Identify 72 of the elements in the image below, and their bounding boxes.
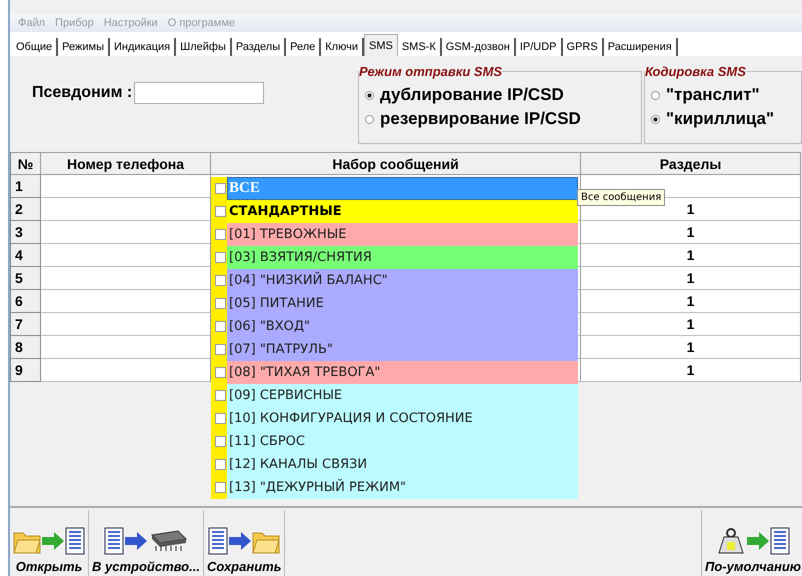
arrow-icon	[124, 532, 147, 550]
list-item[interactable]: [11] СБРОС	[227, 430, 578, 453]
table-cell: 1	[581, 336, 801, 359]
row-number-cell: 8	[11, 336, 41, 359]
radio-button[interactable]	[651, 90, 660, 100]
list-item[interactable]: [08] "ТИХАЯ ТРЕВОГА"	[227, 361, 578, 384]
radio-label: "кириллица"	[666, 109, 774, 129]
checkbox[interactable]	[215, 206, 226, 217]
checkbox[interactable]	[215, 183, 226, 194]
alias-label: Псевдоним :	[32, 84, 132, 102]
tooltip: Все сообщения	[577, 189, 666, 206]
group-title: Режим отправки SMS	[359, 64, 502, 79]
column-header: №	[11, 152, 41, 175]
row-number-cell: 2	[11, 198, 41, 221]
list-item[interactable]: [13] "ДЕЖУРНЫЙ РЕЖИМ"	[227, 476, 578, 499]
group-title: Кодировка SMS	[645, 64, 746, 79]
tab[interactable]: SMS	[364, 34, 398, 56]
toolbar-button[interactable]: В устройство...	[89, 510, 204, 576]
arrow-icon	[42, 532, 64, 550]
list-item[interactable]: [09] СЕРВИСНЫЕ	[227, 384, 578, 407]
list-item[interactable]: [01] ТРЕВОЖНЫЕ	[227, 223, 578, 246]
list-item[interactable]: [07] "ПАТРУЛЬ"	[227, 338, 578, 361]
checkbox[interactable]	[215, 321, 226, 332]
arrow-icon	[229, 532, 252, 550]
list-item[interactable]: [04] "НИЗКИЙ БАЛАНС"	[227, 269, 578, 292]
list-item[interactable]: [05] ПИТАНИЕ	[227, 292, 578, 315]
table-cell: 1	[581, 359, 801, 382]
row-number-cell: 5	[11, 267, 41, 290]
checkbox[interactable]	[215, 436, 226, 447]
list-item[interactable]: СТАНДАРТНЫЕ	[227, 200, 578, 223]
table-cell: 1	[581, 244, 801, 267]
alias-input-field[interactable]	[134, 82, 264, 104]
checkbox[interactable]	[215, 252, 226, 263]
list-item[interactable]: [12] КАНАЛЫ СВЯЗИ	[227, 453, 578, 476]
list-item[interactable]: [10] КОНФИГУРАЦИЯ И СОСТОЯНИЕ	[227, 407, 578, 430]
checkbox[interactable]	[215, 367, 226, 378]
radio-button[interactable]	[365, 114, 374, 124]
document-icon	[208, 527, 228, 555]
checkbox[interactable]	[215, 344, 226, 355]
column-header: Разделы	[581, 152, 801, 175]
checkbox[interactable]	[215, 298, 226, 309]
toolbar-button[interactable]: По-умолчанию	[700, 510, 802, 576]
radio-button[interactable]	[651, 114, 660, 124]
checkbox[interactable]	[215, 275, 226, 286]
toolbar-button[interactable]: Открыть	[10, 510, 89, 576]
row-number-cell: 6	[11, 290, 41, 313]
document-icon	[104, 527, 124, 555]
table-cell: 1	[581, 290, 801, 313]
document-icon	[770, 527, 790, 555]
checkbox[interactable]	[215, 459, 226, 470]
arrow-icon	[746, 532, 769, 550]
checkbox[interactable]	[215, 229, 226, 240]
list-item[interactable]: [06] "ВХОД"	[227, 315, 578, 338]
radio-button[interactable]	[365, 90, 374, 100]
row-number-cell: 9	[11, 359, 41, 382]
checkbox[interactable]	[215, 413, 226, 424]
row-number-cell: 1	[11, 175, 41, 198]
table-cell: 1	[581, 313, 801, 336]
checkbox[interactable]	[215, 390, 226, 401]
table-cell: 1	[581, 267, 801, 290]
table-cell: 1	[581, 221, 801, 244]
document-icon	[65, 527, 85, 555]
checkbox[interactable]	[215, 482, 226, 493]
radio-label: резервирование IP/CSD	[380, 109, 581, 129]
column-header: Номер телефона	[41, 152, 211, 175]
list-item[interactable]: [03] ВЗЯТИЯ/СНЯТИЯ	[227, 246, 578, 269]
row-number-cell: 7	[11, 313, 41, 336]
radio-label: "транслит"	[666, 85, 760, 105]
row-number-cell: 3	[11, 221, 41, 244]
radio-label: дублирование IP/CSD	[380, 85, 564, 105]
row-number-cell: 4	[11, 244, 41, 267]
column-header: Набор сообщений	[211, 152, 581, 175]
